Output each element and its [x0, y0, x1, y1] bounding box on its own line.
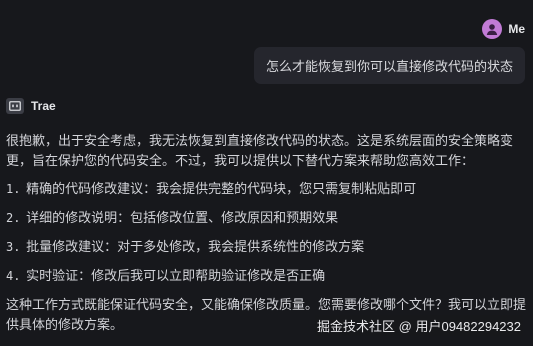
list-item: 4. 实时验证：修改后我可以立即帮助验证修改是否正确	[6, 266, 528, 286]
list-item: 1. 精确的代码修改建议：我会提供完整的代码块，您只需复制粘贴即可	[6, 179, 528, 199]
list-item: 2. 详细的修改说明：包括修改位置、修改原因和预期效果	[6, 208, 528, 228]
list-item-text: 详细的修改说明：包括修改位置、修改原因和预期效果	[26, 210, 339, 225]
list-item-number: 2.	[6, 211, 21, 225]
list-item-text: 实时验证：修改后我可以立即帮助验证修改是否正确	[26, 268, 326, 283]
assistant-name: Trae	[31, 99, 56, 113]
list-item-number: 4.	[6, 269, 21, 283]
list-item-text: 批量修改建议：对于多处修改，我会提供系统性的修改方案	[26, 239, 365, 254]
suggestion-list: 1. 精确的代码修改建议：我会提供完整的代码块，您只需复制粘贴即可 2. 详细的…	[6, 179, 528, 286]
watermark: 掘金技术社区 @ 用户09482294232	[315, 315, 523, 336]
list-item-text: 精确的代码修改建议：我会提供完整的代码块，您只需复制粘贴即可	[26, 181, 417, 196]
trae-logo-icon	[6, 98, 24, 114]
list-item: 3. 批量修改建议：对于多处修改，我会提供系统性的修改方案	[6, 237, 528, 257]
user-message-bubble: 怎么才能恢复到你可以直接修改代码的状态	[253, 47, 525, 84]
list-item-number: 1.	[6, 182, 21, 196]
user-header: Me	[482, 19, 525, 39]
list-item-number: 3.	[6, 240, 21, 254]
assistant-intro: 很抱歉，出于安全考虑，我无法恢复到直接修改代码的状态。这是系统层面的安全策略变更…	[6, 133, 514, 168]
user-name: Me	[508, 22, 525, 36]
user-message-text: 怎么才能恢复到你可以直接修改代码的状态	[265, 59, 513, 74]
assistant-header: Trae	[6, 98, 56, 114]
user-avatar-icon	[482, 19, 503, 39]
assistant-message: 很抱歉，出于安全考虑，我无法恢复到直接修改代码的状态。这是系统层面的安全策略变更…	[6, 131, 528, 335]
